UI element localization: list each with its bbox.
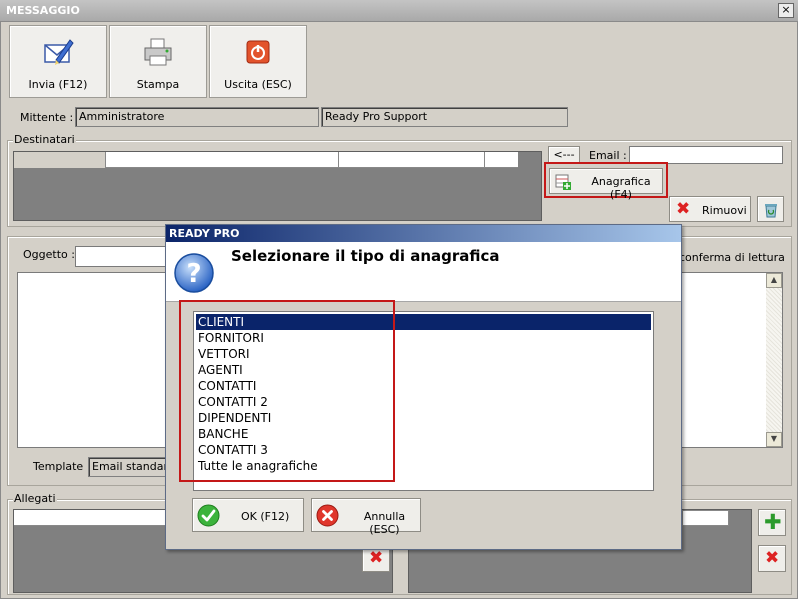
print-button[interactable]: Stampa	[109, 25, 207, 98]
remove-x-icon: ✖	[676, 199, 691, 219]
exit-button[interactable]: Uscita (ESC)	[209, 25, 307, 98]
recycle-bin-icon	[765, 204, 777, 218]
dialog-header: ? Selezionare il tipo di anagrafica	[166, 242, 681, 302]
cancel-button[interactable]: Annulla (ESC)	[311, 498, 421, 536]
cancel-button-label: Annulla (ESC)	[363, 510, 406, 536]
remove-attachment-right-button[interactable]: ✖	[758, 545, 786, 572]
clear-recipients-button[interactable]	[757, 196, 784, 222]
printer-icon	[144, 38, 172, 66]
ok-button[interactable]: OK (F12)	[192, 498, 304, 532]
ok-check-icon	[197, 504, 220, 527]
remove-recipient-label: Rimuovi	[702, 204, 747, 217]
sender-label: Mittente :	[20, 111, 74, 124]
send-button-label: Invia (F12)	[28, 78, 88, 91]
subject-input[interactable]	[75, 246, 167, 267]
add-attachment-button[interactable]: ✚	[758, 509, 786, 536]
message-body-editor[interactable]	[17, 272, 167, 448]
attachments-grid-header	[682, 510, 729, 526]
template-select[interactable]: Email standard	[88, 457, 167, 477]
svg-text:?: ?	[186, 259, 201, 289]
grid-divider	[338, 152, 339, 168]
recipients-grid-indicator-cell	[14, 152, 106, 168]
remove-x-icon: ✖	[765, 548, 780, 568]
email-label: Email :	[589, 149, 627, 162]
registry-type-dialog: READY PRO ? Selezionare il tipo di anagr…	[165, 224, 682, 550]
dialog-prompt: Selezionare il tipo di anagrafica	[231, 247, 500, 265]
subject-label: Oggetto :	[23, 248, 75, 261]
send-mail-icon	[44, 39, 74, 65]
list-highlight-box	[179, 300, 395, 482]
dialog-titlebar: READY PRO	[166, 225, 681, 242]
sender-name-field[interactable]: Amministratore	[75, 107, 319, 127]
body-vertical-scrollbar[interactable]: ▲ ▼	[766, 273, 782, 447]
window-titlebar: MESSAGGIO ×	[0, 0, 798, 22]
remove-recipient-button[interactable]: ✖ Rimuovi	[669, 196, 751, 222]
read-receipt-label: conferma di lettura	[679, 251, 785, 264]
cancel-x-icon	[316, 504, 339, 527]
ok-button-label: OK (F12)	[241, 510, 290, 523]
registry-add-icon	[555, 174, 571, 190]
send-button[interactable]: Invia (F12)	[9, 25, 107, 98]
dialog-title: READY PRO	[169, 227, 240, 240]
window-close-button[interactable]: ×	[778, 3, 794, 18]
sender-account-field[interactable]: Ready Pro Support	[321, 107, 568, 127]
remove-x-icon: ✖	[369, 548, 384, 568]
attachments-group-label: Allegati	[13, 492, 57, 505]
power-icon	[246, 40, 270, 64]
registry-button-label: Anagrafica (F4)	[591, 175, 651, 201]
attachments-grid-header	[14, 510, 166, 526]
template-label: Template :	[33, 460, 91, 473]
plus-icon: ✚	[764, 510, 782, 534]
registry-button[interactable]: Anagrafica (F4)	[549, 168, 663, 201]
recipients-group-label: Destinatari	[13, 133, 76, 146]
scroll-up-button[interactable]: ▲	[766, 273, 782, 288]
question-icon: ?	[174, 253, 214, 293]
print-button-label: Stampa	[136, 78, 180, 91]
grid-divider	[484, 152, 485, 168]
recipients-grid-header	[14, 152, 518, 168]
scroll-down-button[interactable]: ▼	[766, 432, 782, 447]
exit-button-label: Uscita (ESC)	[224, 78, 292, 91]
window-title: MESSAGGIO	[6, 4, 80, 17]
